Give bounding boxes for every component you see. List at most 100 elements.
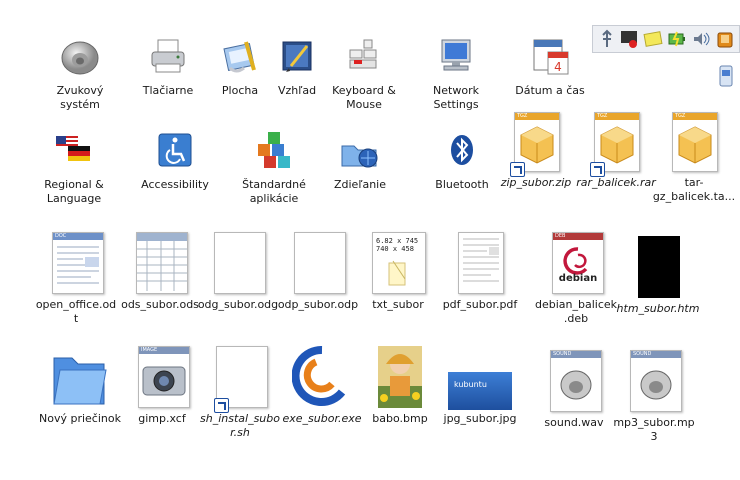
file-type-tag: IMAGE (139, 347, 189, 354)
desktop-item-xcf[interactable]: IMAGE gimp.xcf (120, 346, 204, 426)
item-label: Nový priečinok (39, 412, 121, 425)
desktop-item-sound[interactable]: Zvukový systém (38, 34, 122, 112)
desktop-item-zip[interactable]: TGZ zip_subor.zip (494, 112, 578, 190)
item-label: htm_subor.htm (616, 302, 700, 315)
desktop-item-odg[interactable]: odg_subor.odg (196, 232, 280, 312)
desktop-item-bmp[interactable]: babo.bmp (358, 346, 442, 426)
item-label: rar_balicek.rar (576, 176, 656, 189)
item-label: odp_subor.odp (277, 298, 359, 311)
file-type-tag: DEB (553, 233, 603, 240)
desktop-item-wav[interactable]: SOUND sound.wav (532, 350, 616, 430)
document-icon: DOC (52, 232, 104, 296)
item-label: open_office.odt (35, 298, 117, 325)
desktop-item-accessibility[interactable]: Accessibility (133, 128, 217, 192)
item-label: Zdieľanie (333, 178, 386, 191)
blank-file-icon (294, 232, 346, 296)
desktop-item-odt[interactable]: DOC open_office.odt (34, 232, 118, 326)
cubes-icon (250, 128, 298, 176)
file-type-tag: TGZ (515, 113, 559, 120)
desktop-item-deb[interactable]: DEB debian debian_balicek.deb (534, 232, 618, 326)
kubuntu-wordmark: kubuntu (454, 380, 487, 389)
usb-icon[interactable] (597, 29, 617, 49)
folder-icon (50, 346, 110, 410)
file-type-tag: TGZ (673, 113, 717, 120)
item-label: Zvukový systém (56, 84, 104, 111)
file-type-tag: TGZ (595, 113, 639, 120)
desktop-item-sh[interactable]: sh_instal_subor.sh (198, 346, 282, 440)
wine-icon (291, 345, 352, 410)
desktop-item-targz[interactable]: TGZ tar-gz_balicek.ta... (652, 112, 736, 204)
accessibility-icon (151, 128, 199, 176)
sound-file-icon: SOUND (630, 350, 682, 414)
speaker-icon (56, 34, 104, 82)
item-label: pdf_subor.pdf (442, 298, 518, 311)
shortcut-arrow-icon (214, 398, 229, 413)
clipboard-icon[interactable] (715, 29, 735, 49)
archive-icon: TGZ (670, 112, 718, 174)
file-type-tag: SOUND (631, 351, 681, 358)
debian-icon: DEB debian (552, 232, 604, 296)
item-label: zip_subor.zip (500, 176, 572, 189)
desktop-item-htm[interactable]: htm_subor.htm (616, 236, 700, 316)
item-label: sh_instal_subor.sh (200, 412, 280, 439)
network-status-icon[interactable] (619, 29, 639, 49)
desktop-item-jpg[interactable]: kubuntu jpg_subor.jpg (438, 346, 522, 426)
desktop-item-folder[interactable]: Nový priečinok (38, 346, 122, 426)
kubuntu-image-icon: kubuntu (448, 346, 512, 410)
item-label: tar-gz_balicek.ta... (652, 176, 736, 203)
desktop-item-odp[interactable]: odp_subor.odp (276, 232, 360, 312)
desktop-item-bluetooth[interactable]: Bluetooth (420, 128, 504, 192)
network-icon (432, 34, 480, 82)
appearance-icon (273, 34, 321, 82)
item-label: exe_subor.exe (282, 412, 362, 425)
photo-icon (376, 346, 424, 410)
keyboard-mouse-icon (340, 34, 388, 82)
item-label: babo.bmp (372, 412, 428, 425)
item-label: txt_subor (372, 298, 424, 311)
desktop-item-datetime[interactable]: 4 Dátum a čas (508, 34, 592, 98)
item-label: sound.wav (544, 416, 604, 429)
desktop-item-exe[interactable]: exe_subor.exe (280, 345, 364, 426)
sound-file-icon: SOUND (550, 350, 602, 414)
item-label: debian_balicek.deb (534, 298, 618, 325)
desktop-item-txt[interactable]: 6.82 x 745 740 x 458 txt_subor (356, 232, 440, 312)
debian-wordmark: debian (558, 273, 598, 284)
camera-icon: IMAGE (138, 346, 190, 410)
notes-icon[interactable] (643, 29, 663, 49)
sharing-icon (336, 128, 384, 176)
desktop-item-pdf[interactable]: pdf_subor.pdf (438, 232, 522, 312)
desktop-item-keyboard[interactable]: Keyboard & Mouse (322, 34, 406, 112)
printer-icon (144, 34, 192, 82)
flags-icon (50, 128, 98, 176)
desktop-item-regional[interactable]: Regional & Language (32, 128, 116, 206)
volume-icon[interactable] (691, 29, 711, 49)
shortcut-arrow-icon (590, 162, 605, 177)
desktop-item-defaultapps[interactable]: Štandardné aplikácie (232, 128, 316, 206)
text-file-icon: 6.82 x 745 740 x 458 (372, 232, 426, 296)
battery-icon[interactable] (667, 29, 687, 49)
item-label: odg_subor.odg (197, 298, 279, 311)
blank-file-icon (214, 346, 268, 413)
item-label: mp3_subor.mp3 (613, 416, 695, 443)
file-type-tag: SOUND (551, 351, 601, 358)
desktop-item-rar[interactable]: TGZ rar_balicek.rar (574, 112, 658, 190)
desktop-item-mp3[interactable]: SOUND mp3_subor.mp3 (612, 350, 696, 444)
desktop-item-network[interactable]: Network Settings (414, 34, 498, 112)
html-icon (634, 236, 682, 300)
svg-text:4: 4 (554, 60, 562, 74)
item-label: Bluetooth (435, 178, 489, 191)
file-type-tag: DOC (53, 233, 103, 240)
storage-icon[interactable] (716, 64, 736, 88)
calendar-icon: 4 (526, 34, 574, 82)
desktop-item-ods[interactable]: ods_subor.ods (118, 232, 202, 312)
bluetooth-icon (438, 128, 486, 176)
item-label: ods_subor.ods (121, 298, 199, 311)
spreadsheet-icon (136, 232, 188, 296)
item-label: Dátum a čas (515, 84, 585, 97)
item-label: Štandardné aplikácie (242, 178, 306, 205)
item-label: Regional & Language (44, 178, 104, 205)
item-label: Keyboard & Mouse (332, 84, 396, 111)
desktop-item-sharing[interactable]: Zdieľanie (318, 128, 402, 192)
system-tray (592, 25, 740, 53)
shortcut-arrow-icon (510, 162, 525, 177)
